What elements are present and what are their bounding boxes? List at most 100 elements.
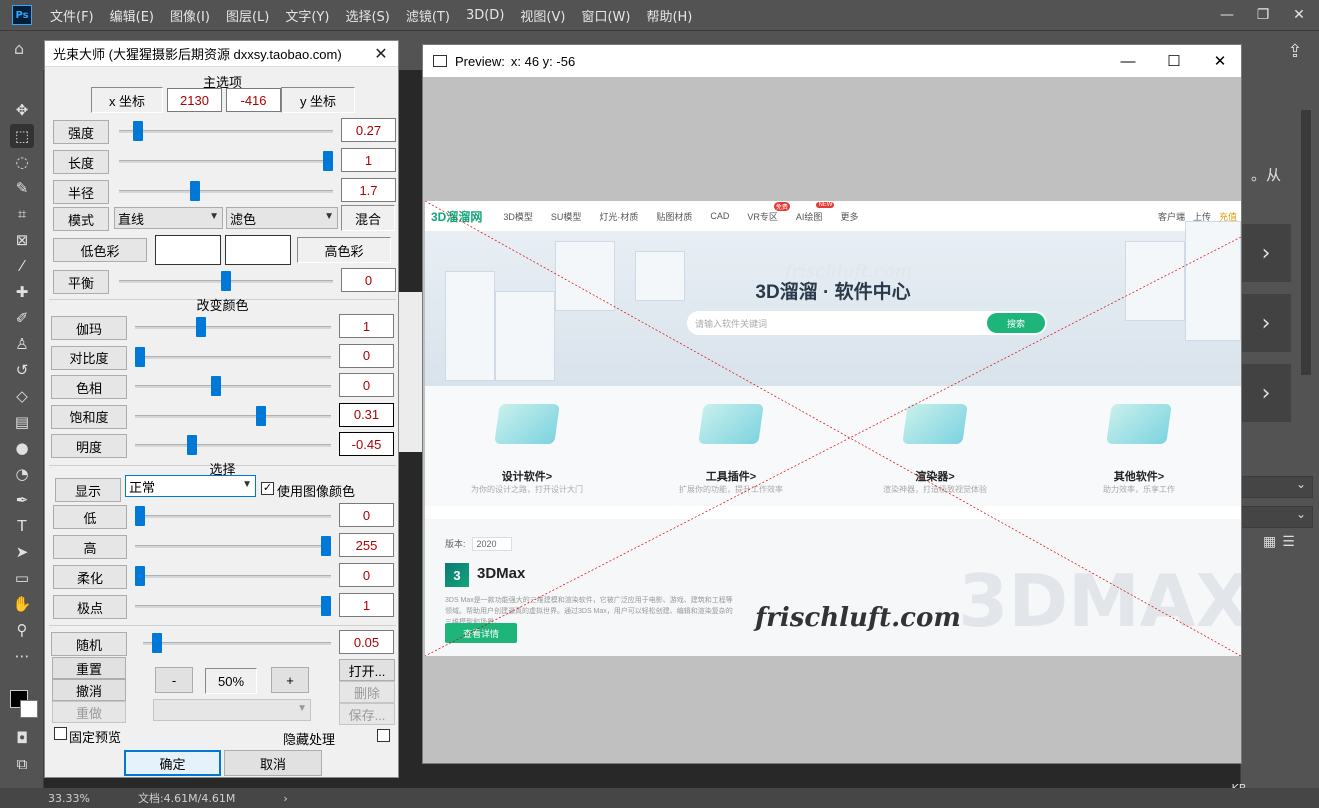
- open-button[interactable]: 打开...: [339, 659, 395, 681]
- hue-slider[interactable]: [135, 385, 331, 388]
- display-select[interactable]: 正常 ▼: [125, 475, 256, 497]
- low-slider-thumb[interactable]: [135, 506, 145, 526]
- strength-slider[interactable]: [119, 130, 333, 133]
- pole-slider[interactable]: [135, 605, 331, 608]
- frame-tool-icon[interactable]: ⊠: [10, 228, 34, 252]
- path-select-icon[interactable]: ➤: [10, 540, 34, 564]
- length-slider[interactable]: [119, 160, 333, 163]
- soften-value[interactable]: 0: [339, 563, 394, 587]
- preview-maximize-button[interactable]: ☐: [1151, 45, 1197, 77]
- brightness-slider[interactable]: [135, 444, 331, 447]
- stamp-tool-icon[interactable]: ♙: [10, 332, 34, 356]
- panel-next-button-2[interactable]: ›: [1241, 294, 1291, 352]
- menu-image[interactable]: 图像(I): [162, 6, 218, 25]
- healing-brush-icon[interactable]: ✚: [10, 280, 34, 304]
- cancel-button[interactable]: 取消: [224, 750, 322, 776]
- gamma-slider-thumb[interactable]: [196, 317, 206, 337]
- reset-button[interactable]: 重置: [52, 657, 126, 679]
- panel-scrollbar[interactable]: [1301, 110, 1311, 375]
- balance-value[interactable]: 0: [341, 268, 396, 292]
- quick-select-icon[interactable]: ✎: [10, 176, 34, 200]
- panel-next-button-3[interactable]: ›: [1241, 364, 1291, 422]
- background-color-swatch[interactable]: [20, 700, 38, 718]
- save-preset-button[interactable]: 保存...: [339, 703, 395, 725]
- menu-type[interactable]: 文字(Y): [277, 6, 337, 25]
- grid-view-icon[interactable]: ▦: [1263, 534, 1276, 550]
- hand-tool-icon[interactable]: ✋: [10, 592, 34, 616]
- blur-tool-icon[interactable]: ●: [10, 436, 34, 460]
- brush-tool-icon[interactable]: ✐: [10, 306, 34, 330]
- menu-view[interactable]: 视图(V): [512, 6, 573, 25]
- undo-button[interactable]: 撤消: [52, 679, 126, 701]
- balance-slider-thumb[interactable]: [221, 271, 231, 291]
- brightness-value[interactable]: -0.45: [339, 432, 394, 456]
- saturation-slider-thumb[interactable]: [256, 405, 266, 426]
- type-tool-icon[interactable]: T: [10, 514, 34, 538]
- contrast-slider-thumb[interactable]: [135, 346, 145, 367]
- gamma-slider[interactable]: [135, 326, 331, 329]
- saturation-slider[interactable]: [135, 414, 331, 418]
- random-slider[interactable]: [143, 642, 331, 645]
- minimize-button[interactable]: —: [1209, 0, 1245, 30]
- eyedropper-icon[interactable]: ⁄: [10, 254, 34, 278]
- preview-minimize-button[interactable]: —: [1105, 45, 1151, 77]
- marquee-tool-icon[interactable]: ⬚: [10, 124, 34, 148]
- radius-slider[interactable]: [119, 190, 333, 193]
- quick-mask-icon[interactable]: ◘: [10, 726, 34, 750]
- random-slider-thumb[interactable]: [152, 633, 162, 653]
- history-brush-icon[interactable]: ↺: [10, 358, 34, 382]
- strength-value[interactable]: 0.27: [341, 118, 396, 142]
- panel-dropdown-2[interactable]: ⌄: [1241, 506, 1313, 528]
- high-slider-thumb[interactable]: [321, 536, 331, 556]
- random-value[interactable]: 0.05: [339, 630, 394, 654]
- gradient-tool-icon[interactable]: ▤: [10, 410, 34, 434]
- radius-slider-thumb[interactable]: [190, 181, 200, 201]
- lasso-tool-icon[interactable]: ◌: [10, 150, 34, 174]
- low-value[interactable]: 0: [339, 503, 394, 527]
- length-slider-thumb[interactable]: [323, 151, 333, 171]
- move-tool-icon[interactable]: ✥: [10, 98, 34, 122]
- dialog-close-icon[interactable]: ✕: [372, 44, 390, 63]
- high-slider[interactable]: [135, 545, 331, 548]
- menu-file[interactable]: 文件(F): [42, 6, 102, 25]
- zoom-level[interactable]: 33.33%: [48, 792, 90, 805]
- fix-preview-checkbox[interactable]: [54, 727, 67, 740]
- contrast-slider[interactable]: [135, 355, 331, 359]
- pole-value[interactable]: 1: [339, 593, 394, 617]
- home-icon[interactable]: ⌂: [14, 39, 38, 63]
- zoom-in-button[interactable]: +: [271, 667, 309, 693]
- preset-select[interactable]: ▼: [153, 699, 311, 721]
- strength-slider-thumb[interactable]: [133, 121, 143, 141]
- menu-edit[interactable]: 编辑(E): [102, 6, 162, 25]
- menu-layer[interactable]: 图层(L): [218, 6, 277, 25]
- pole-slider-thumb[interactable]: [321, 596, 331, 616]
- length-value[interactable]: 1: [341, 148, 396, 172]
- gamma-value[interactable]: 1: [339, 314, 394, 338]
- delete-button[interactable]: 删除: [339, 681, 395, 703]
- menu-help[interactable]: 帮助(H): [638, 6, 700, 25]
- soften-slider[interactable]: [135, 575, 331, 578]
- pen-tool-icon[interactable]: ✒: [10, 488, 34, 512]
- status-chevron-icon[interactable]: ›: [283, 792, 287, 805]
- dodge-tool-icon[interactable]: ◔: [10, 462, 34, 486]
- menu-3d[interactable]: 3D(D): [458, 8, 512, 23]
- list-view-icon[interactable]: ☰: [1282, 534, 1295, 550]
- menu-filter[interactable]: 滤镜(T): [398, 6, 458, 25]
- brightness-slider-thumb[interactable]: [187, 435, 197, 455]
- panel-next-button-1[interactable]: ›: [1241, 224, 1291, 282]
- rectangle-tool-icon[interactable]: ▭: [10, 566, 34, 590]
- low-color-swatch[interactable]: [155, 235, 221, 265]
- menu-select[interactable]: 选择(S): [337, 6, 397, 25]
- low-slider[interactable]: [135, 515, 331, 518]
- share-icon[interactable]: ⇪: [1283, 39, 1307, 63]
- use-image-color-checkbox[interactable]: ✓: [261, 482, 274, 495]
- restore-button[interactable]: ❐: [1245, 0, 1281, 30]
- zoom-out-button[interactable]: -: [155, 667, 193, 693]
- hide-process-checkbox[interactable]: [377, 729, 390, 742]
- hue-value[interactable]: 0: [339, 373, 394, 397]
- contrast-value[interactable]: 0: [339, 343, 394, 368]
- eraser-tool-icon[interactable]: ◇: [10, 384, 34, 408]
- ok-button[interactable]: 确定: [124, 750, 221, 776]
- screen-mode-icon[interactable]: ⧉: [10, 752, 34, 776]
- preview-close-button[interactable]: ✕: [1197, 45, 1243, 77]
